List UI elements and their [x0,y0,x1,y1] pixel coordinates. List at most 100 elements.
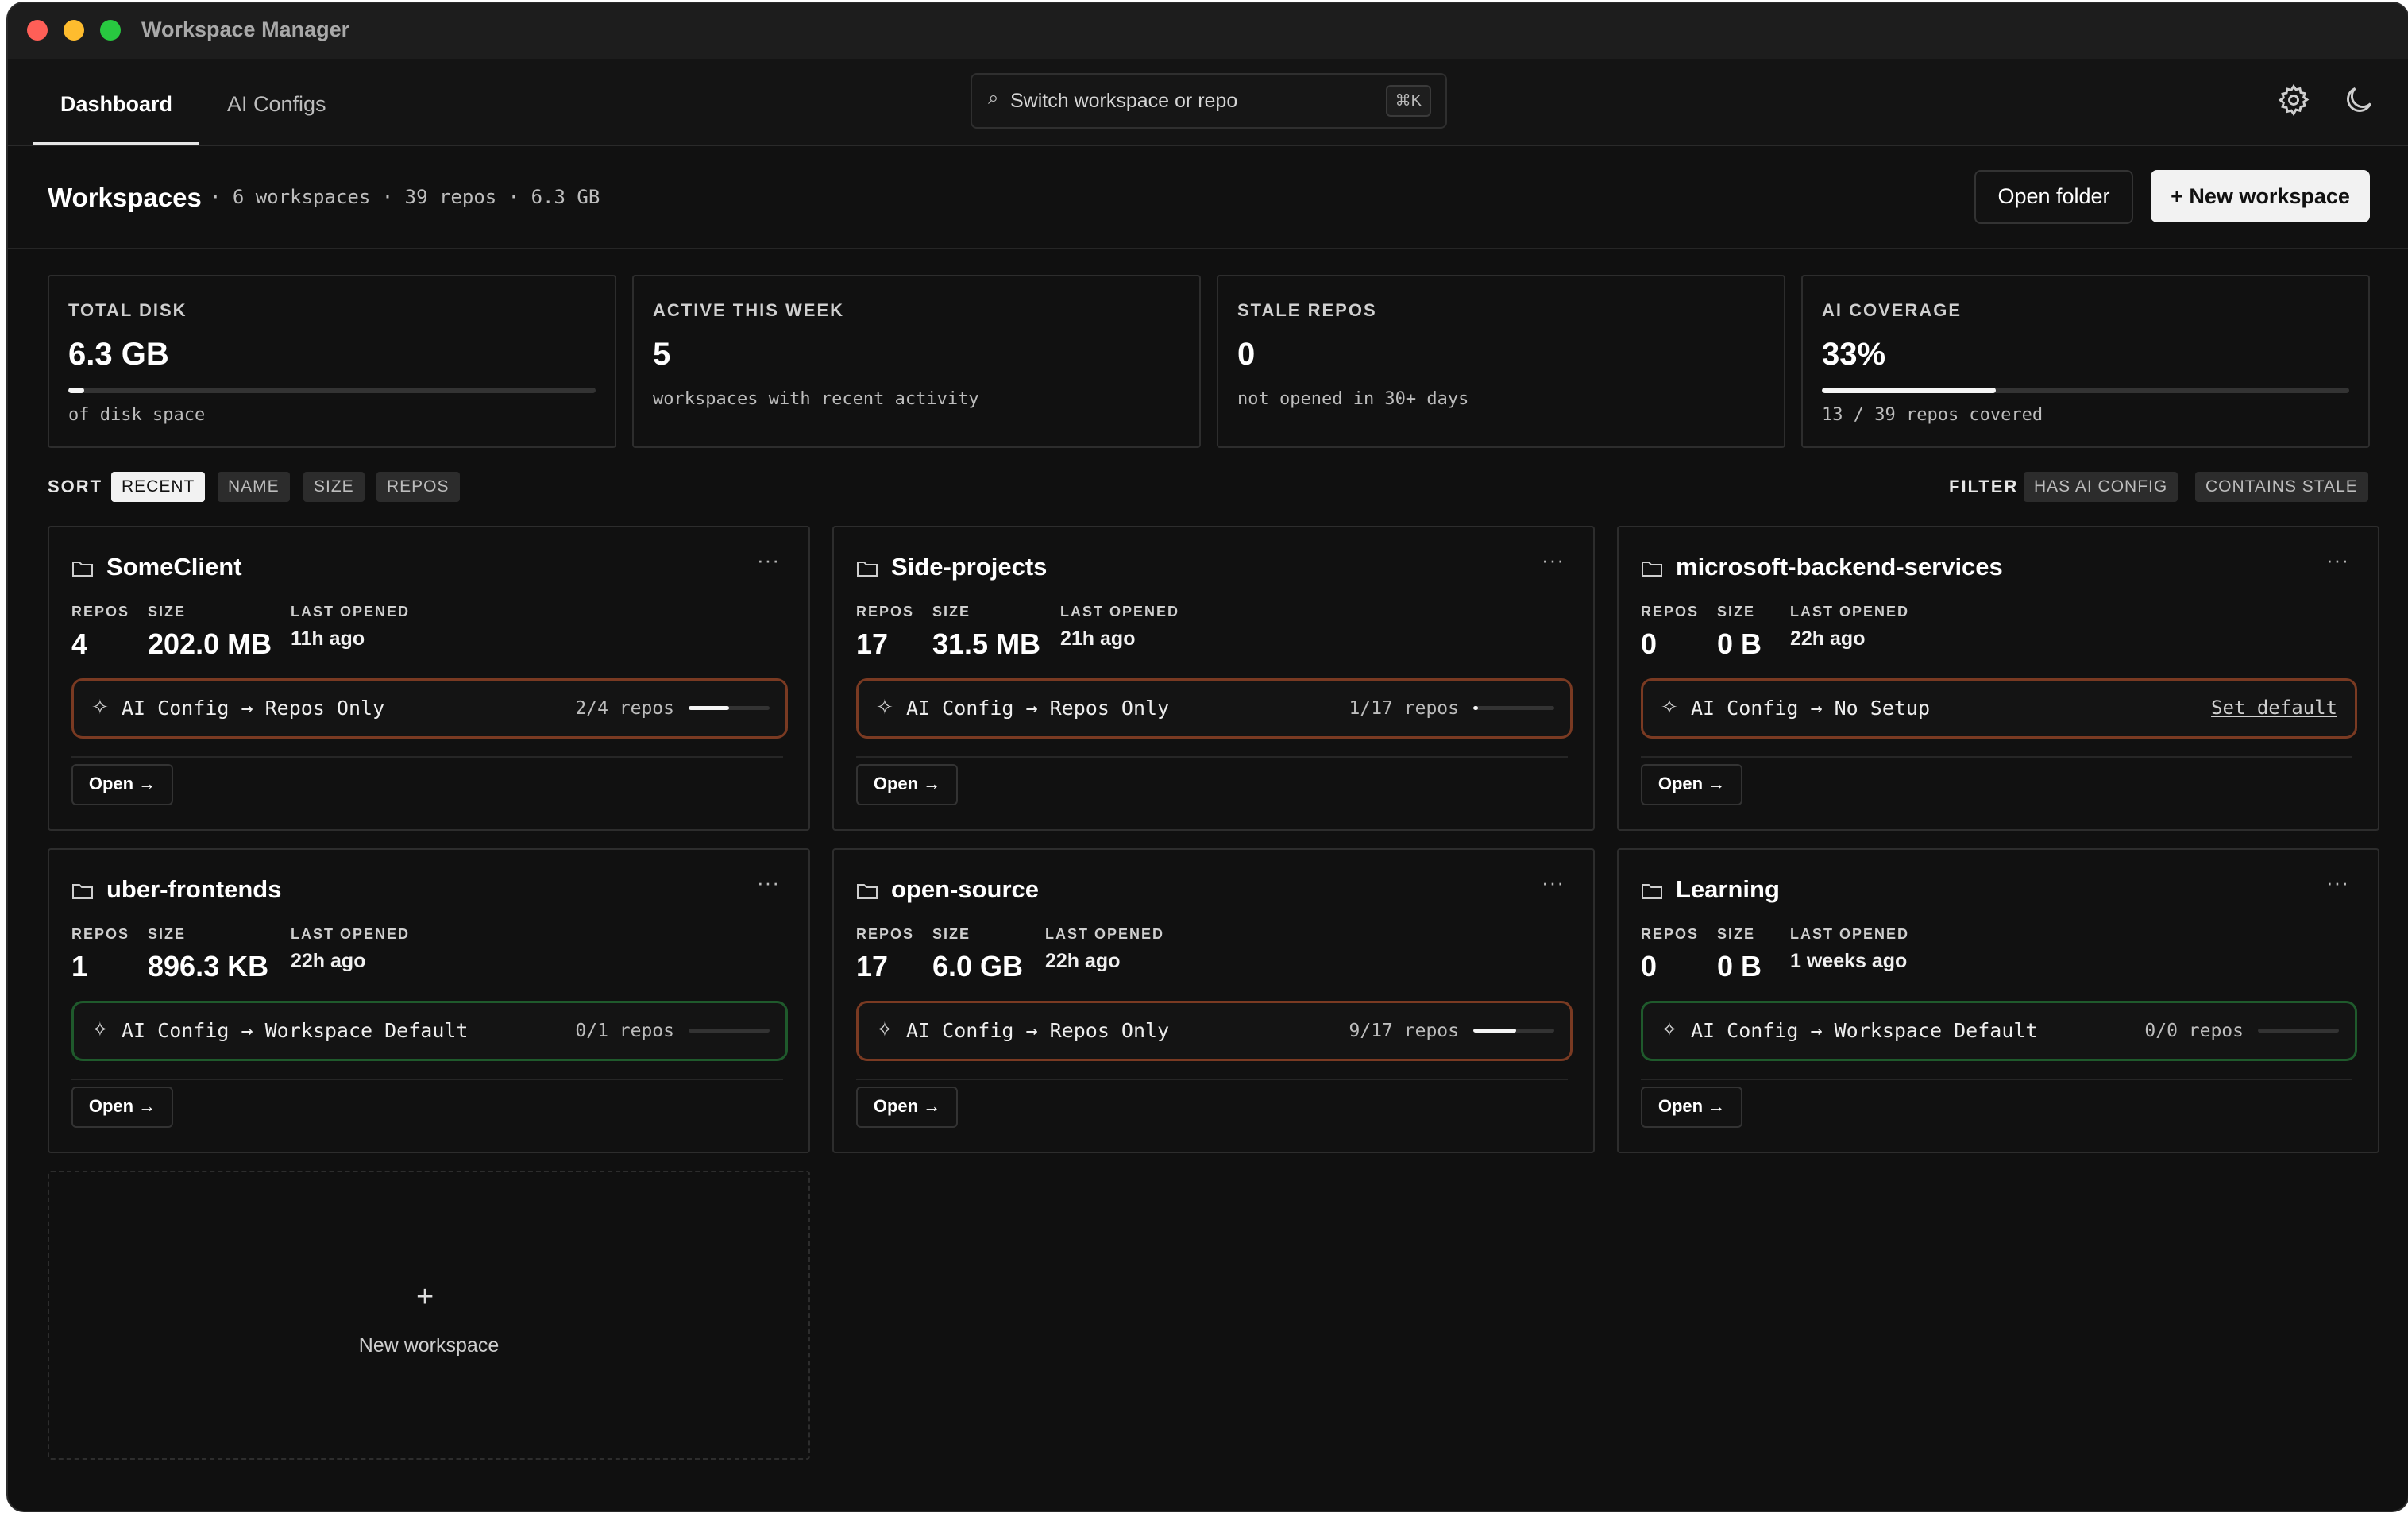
workspace-card[interactable]: Learning ··· REPOS SIZE LAST OPENED 0 0 … [1617,848,2379,1153]
moon-icon [2347,87,2372,112]
workspace-card[interactable]: open-source ··· REPOS SIZE LAST OPENED 1… [832,848,1595,1153]
ai-config-status[interactable]: ✧ AI Config → Repos Only 2/4 repos [71,678,788,739]
open-workspace-button[interactable]: Open → [856,1087,958,1128]
size-label: SIZE [1717,926,1756,942]
ai-config-status[interactable]: ✧ AI Config → No Setup Set default [1641,678,2357,739]
search-icon: ⌕ [988,87,999,109]
more-options-icon[interactable]: ··· [2326,870,2349,895]
open-workspace-button[interactable]: Open → [1641,764,1742,805]
workspace-name: open-source [891,875,1040,903]
theme-toggle-button[interactable] [2341,83,2376,118]
workspace-size: 31.5 MB [932,627,1041,660]
disk-usage-bar [68,388,596,393]
card-divider [1641,1079,2352,1080]
repos-count: 17 [856,950,889,982]
workspace-card[interactable]: microsoft-backend-services ··· REPOS SIZ… [1617,526,2379,831]
search-placeholder: Switch workspace or repo [1010,90,1238,112]
sparkle-icon: ✧ [876,695,893,719]
workspace-name: SomeClient [106,553,242,581]
repos-count: 0 [1641,950,1657,982]
more-options-icon[interactable]: ··· [1542,548,1565,573]
ai-config-label: AI Config → Workspace Default [122,1019,469,1042]
sort-name-chip[interactable]: NAME [218,472,290,502]
tab-ai-configs[interactable]: AI Configs [200,59,353,145]
ai-config-status[interactable]: ✧ AI Config → Repos Only 9/17 repos [856,1001,1573,1061]
ai-repos-count: 9/17 repos [1349,1021,1459,1041]
gear-icon [2278,83,2310,117]
page-header: Workspaces · 6 workspaces · 39 repos · 6… [8,146,2408,249]
new-workspace-card[interactable]: + New workspace [48,1171,810,1460]
minimize-window-button[interactable] [64,20,84,41]
settings-button[interactable] [2276,83,2311,118]
repos-count: 0 [1641,627,1657,660]
ai-coverage-progress [689,1029,770,1033]
new-workspace-button[interactable]: + New workspace [2151,170,2370,222]
ai-config-label: AI Config → Workspace Default [1691,1019,2038,1042]
last-opened-label: LAST OPENED [291,604,411,620]
repos-count: 17 [856,627,889,660]
open-workspace-button[interactable]: Open → [71,1087,173,1128]
workspace-card[interactable]: uber-frontends ··· REPOS SIZE LAST OPENE… [48,848,810,1153]
workspace-card[interactable]: SomeClient ··· REPOS SIZE LAST OPENED 4 … [48,526,810,831]
filter-has-ai-config-chip[interactable]: HAS AI CONFIG [2024,472,2178,502]
filter-contains-stale-chip[interactable]: CONTAINS STALE [2195,472,2368,502]
ai-repos-count: 1/17 repos [1349,698,1459,719]
repos-label: REPOS [856,926,915,942]
more-options-icon[interactable]: ··· [1542,870,1565,895]
zoom-window-button[interactable] [100,20,121,41]
repos-label: REPOS [856,604,915,620]
size-label: SIZE [932,604,971,620]
workspace-search[interactable]: ⌕ Switch workspace or repo ⌘K [971,73,1447,129]
ai-config-label: AI Config → Repos Only [906,697,1170,720]
last-opened-label: LAST OPENED [291,926,411,942]
last-opened-label: LAST OPENED [1060,604,1180,620]
workspace-card[interactable]: Side-projects ··· REPOS SIZE LAST OPENED… [832,526,1595,831]
plus-icon: + [416,1280,434,1314]
stat-label: AI COVERAGE [1822,300,1962,320]
shortcut-badge: ⌘K [1385,85,1431,117]
last-opened-value: 11h ago [291,627,365,650]
stat-value: 33% [1822,337,1886,372]
sort-repos-chip[interactable]: REPOS [376,472,460,502]
sparkle-icon: ✧ [91,1017,109,1041]
more-options-icon[interactable]: ··· [757,548,780,573]
tab-dashboard[interactable]: Dashboard [33,59,200,145]
folder-icon [1642,884,1662,899]
last-opened-value: 22h ago [1045,950,1121,972]
close-window-button[interactable] [27,20,48,41]
repos-count: 4 [71,627,88,660]
window-title: Workspace Manager [141,17,350,41]
ai-config-status[interactable]: ✧ AI Config → Workspace Default 0/0 repo… [1641,1001,2357,1061]
workspace-size: 0 B [1717,627,1762,660]
stat-active-this-week: ACTIVE THIS WEEK 5 workspaces with recen… [632,275,1201,448]
ai-coverage-bar [1822,388,2349,393]
workspace-name: uber-frontends [106,875,282,903]
ai-repos-count: 0/1 repos [575,1021,674,1041]
workspace-size: 896.3 KB [148,950,269,982]
open-folder-button[interactable]: Open folder [1974,170,2133,224]
folder-icon [72,562,93,577]
ai-config-status[interactable]: ✧ AI Config → Workspace Default 0/1 repo… [71,1001,788,1061]
open-workspace-button[interactable]: Open → [1641,1087,1742,1128]
stat-value: 6.3 GB [68,337,169,372]
stat-value: 5 [653,337,671,372]
sort-recent-chip[interactable]: RECENT [111,472,206,502]
stat-sub: not opened in 30+ days [1237,389,1469,409]
sort-size-chip[interactable]: SIZE [303,472,365,502]
open-workspace-button[interactable]: Open → [856,764,958,805]
ai-repos-count: 2/4 repos [575,698,674,719]
workspace-size: 202.0 MB [148,627,272,660]
stat-stale-repos: STALE REPOS 0 not opened in 30+ days [1217,275,1785,448]
folder-icon [1642,562,1662,577]
folder-icon [857,884,878,899]
repos-label: REPOS [1641,604,1700,620]
more-options-icon[interactable]: ··· [2326,548,2349,573]
open-workspace-button[interactable]: Open → [71,764,173,805]
new-workspace-label: New workspace [358,1334,500,1357]
stat-total-disk: TOTAL DISK 6.3 GB of disk space [48,275,616,448]
set-default-link[interactable]: Set default [2211,697,2337,719]
size-label: SIZE [148,604,187,620]
ai-config-status[interactable]: ✧ AI Config → Repos Only 1/17 repos [856,678,1573,739]
last-opened-label: LAST OPENED [1045,926,1165,942]
more-options-icon[interactable]: ··· [757,870,780,895]
